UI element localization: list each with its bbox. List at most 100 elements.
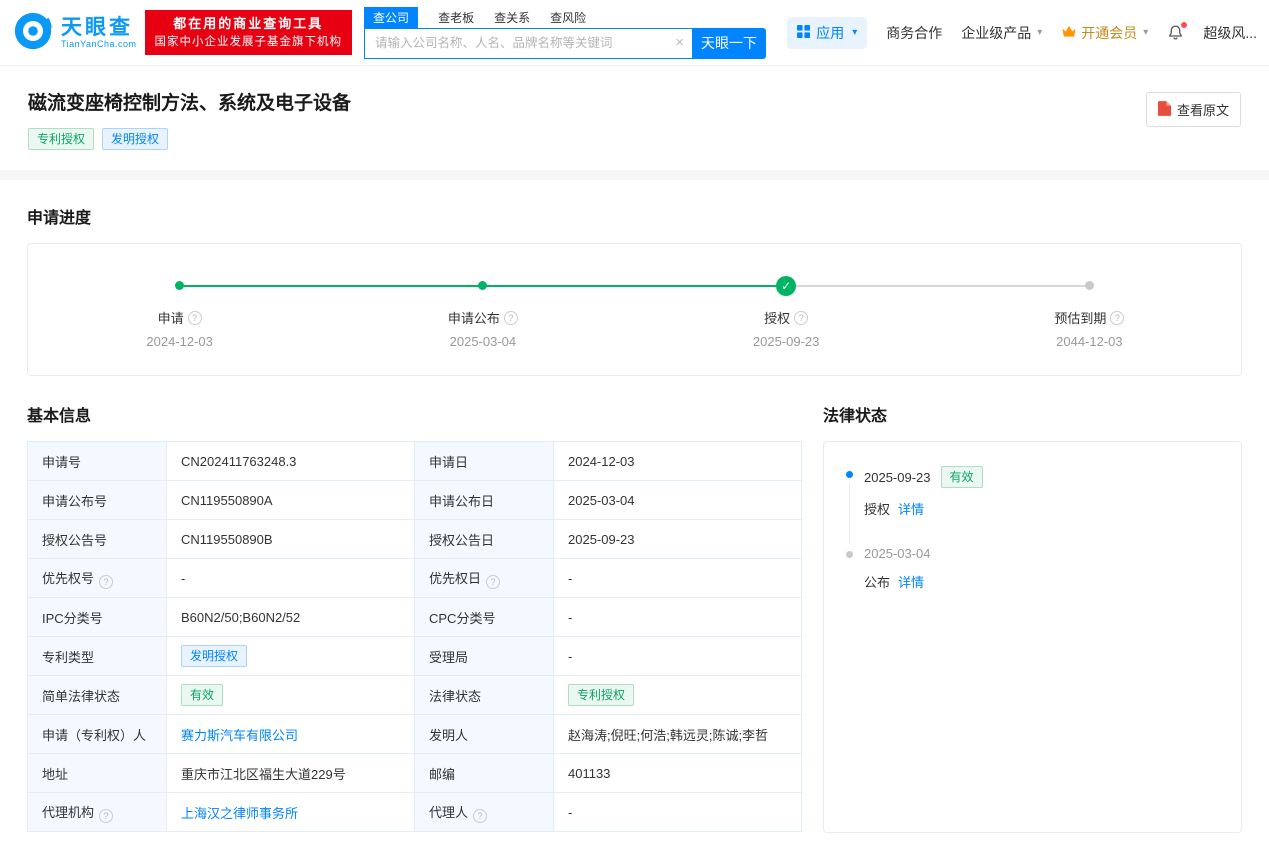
legal-action-text: 公布 [864, 575, 890, 590]
search-block: 查公司查老板查关系查风险 × 天眼一下 [364, 7, 766, 59]
patent-tags: 专利授权发明授权 [28, 128, 1241, 150]
search-tab[interactable]: 查关系 [494, 7, 530, 28]
promo-banner-line2: 国家中小企业发展子基金旗下机构 [155, 34, 343, 52]
info-value-cell: 上海汉之律师事务所 [167, 793, 415, 832]
info-value-cell: 赛力斯汽车有限公司 [167, 715, 415, 754]
info-value-cell: 401133 [554, 754, 802, 793]
page-title: 磁流变座椅控制方法、系统及电子设备 [28, 88, 1241, 115]
status-tag: 专利授权 [568, 684, 634, 706]
apps-label: 应用 [816, 23, 844, 43]
progress-heading: 申请进度 [27, 204, 1242, 228]
legal-status-heading: 法律状态 [823, 402, 1242, 426]
entity-link[interactable]: 赛力斯汽车有限公司 [181, 728, 298, 743]
info-label-cell: 发明人 [415, 715, 554, 754]
info-label-cell: 代理机构? [28, 793, 167, 832]
promo-banner-line1: 都在用的商业查询工具 [155, 14, 343, 34]
entity-link[interactable]: 上海汉之律师事务所 [181, 806, 298, 821]
legal-status-card: 2025-09-23有效授权详情2025-03-04公布详情 [823, 441, 1242, 833]
main-content: 申请进度 申请?2024-12-03申请公布?2025-03-04✓授权?202… [0, 180, 1269, 845]
info-value-cell: B60N2/50;B60N2/52 [167, 598, 415, 637]
info-value-cell: 有效 [167, 676, 415, 715]
info-value-cell: 重庆市江北区福生大道229号 [167, 754, 415, 793]
search-tab[interactable]: 查老板 [438, 7, 474, 28]
info-label-cell: 申请公布日 [415, 481, 554, 520]
legal-status-item: 2025-09-23有效授权详情 [844, 466, 1221, 546]
info-value-cell: 发明授权 [167, 637, 415, 676]
info-label-cell: 申请（专利权）人 [28, 715, 167, 754]
help-icon[interactable]: ? [1110, 311, 1124, 325]
help-icon[interactable]: ? [473, 809, 487, 823]
nav-item-super-risk[interactable]: 超级风... [1203, 23, 1257, 43]
help-icon[interactable]: ? [504, 311, 518, 325]
search-clear-icon[interactable]: × [675, 35, 684, 50]
nav-item-vip[interactable]: 开通会员 ▾ [1061, 23, 1148, 43]
help-icon[interactable]: ? [188, 311, 202, 325]
patent-header-card: 磁流变座椅控制方法、系统及电子设备 专利授权发明授权 查看原文 [0, 66, 1269, 170]
legal-status-item: 2025-03-04 公布详情 [844, 546, 1221, 619]
info-value-cell: - [554, 793, 802, 832]
search-tab[interactable]: 查公司 [364, 7, 418, 28]
help-icon[interactable]: ? [99, 809, 113, 823]
step-date: 2024-12-03 [28, 334, 331, 349]
patent-tag: 发明授权 [102, 128, 168, 150]
legal-date: 2025-03-04 [864, 546, 931, 561]
legal-date: 2025-09-23 [864, 470, 931, 485]
chevron-down-icon: ▾ [1037, 27, 1042, 38]
step-dot [1085, 281, 1094, 290]
info-row: 代理机构?上海汉之律师事务所代理人?- [28, 793, 802, 832]
info-label-cell: 地址 [28, 754, 167, 793]
info-label-cell: 申请日 [415, 442, 554, 481]
detail-link[interactable]: 详情 [898, 502, 924, 517]
basic-info-section: 基本信息 申请号CN202411763248.3申请日2024-12-03申请公… [27, 402, 801, 832]
basic-info-table: 申请号CN202411763248.3申请日2024-12-03申请公布号CN1… [27, 441, 802, 832]
search-input[interactable] [364, 28, 692, 59]
notification-bell-icon[interactable] [1167, 24, 1184, 41]
help-icon[interactable]: ? [99, 575, 113, 589]
header-nav: 应用 ▾ 商务合作 企业级产品 ▾ 开通会员 ▾ 超级风... [787, 17, 1257, 49]
info-value-cell: CN119550890A [167, 481, 415, 520]
info-value-cell: 2025-09-23 [554, 520, 802, 559]
tianyancha-logo[interactable]: 天眼查 TianYanCha.com [12, 10, 137, 55]
info-row: 地址重庆市江北区福生大道229号邮编401133 [28, 754, 802, 793]
detail-link[interactable]: 详情 [898, 575, 924, 590]
step-date: 2025-03-04 [331, 334, 634, 349]
info-label-cell: 优先权号? [28, 559, 167, 598]
info-value-cell: - [167, 559, 415, 598]
crown-icon [1061, 25, 1077, 41]
search-tabs: 查公司查老板查关系查风险 [364, 7, 766, 28]
chevron-down-icon: ▾ [1143, 27, 1148, 38]
info-value-cell: 2024-12-03 [554, 442, 802, 481]
pdf-icon [1158, 101, 1171, 119]
info-row: 申请公布号CN119550890A申请公布日2025-03-04 [28, 481, 802, 520]
tianyancha-logo-icon [12, 10, 54, 55]
search-tab[interactable]: 查风险 [550, 7, 586, 28]
help-icon[interactable]: ? [794, 311, 808, 325]
promo-banner: 都在用的商业查询工具 国家中小企业发展子基金旗下机构 [145, 10, 353, 56]
info-label-cell: IPC分类号 [28, 598, 167, 637]
step-label-text: 授权 [764, 308, 790, 327]
legal-status-list: 2025-09-23有效授权详情2025-03-04公布详情 [844, 466, 1221, 619]
info-value-cell: - [554, 637, 802, 676]
progress-timeline: 申请?2024-12-03申请公布?2025-03-04✓授权?2025-09-… [27, 243, 1242, 376]
search-button[interactable]: 天眼一下 [692, 28, 766, 59]
step-dot [175, 281, 184, 290]
info-row: 优先权号?-优先权日?- [28, 559, 802, 598]
view-original-button[interactable]: 查看原文 [1146, 92, 1241, 127]
apps-grid-icon [797, 25, 810, 41]
basic-info-heading: 基本信息 [27, 402, 801, 426]
notification-dot [1181, 22, 1187, 28]
help-icon[interactable]: ? [486, 575, 500, 589]
info-row: 申请（专利权）人赛力斯汽车有限公司发明人赵海涛;倪旺;何浩;韩远灵;陈诚;李哲 [28, 715, 802, 754]
nav-item-cooperation[interactable]: 商务合作 [886, 23, 942, 43]
apps-menu[interactable]: 应用 ▾ [787, 17, 867, 49]
step-label-text: 申请公布 [448, 308, 500, 327]
brand-domain: TianYanCha.com [61, 39, 137, 49]
status-tag: 有效 [181, 684, 223, 706]
info-row: 申请号CN202411763248.3申请日2024-12-03 [28, 442, 802, 481]
nav-item-enterprise[interactable]: 企业级产品 ▾ [961, 23, 1042, 43]
info-label-cell: 优先权日? [415, 559, 554, 598]
patent-tag: 专利授权 [28, 128, 94, 150]
step-dot [478, 281, 487, 290]
info-row: 授权公告号CN119550890B授权公告日2025-09-23 [28, 520, 802, 559]
step-label-text: 预估到期 [1054, 308, 1106, 327]
